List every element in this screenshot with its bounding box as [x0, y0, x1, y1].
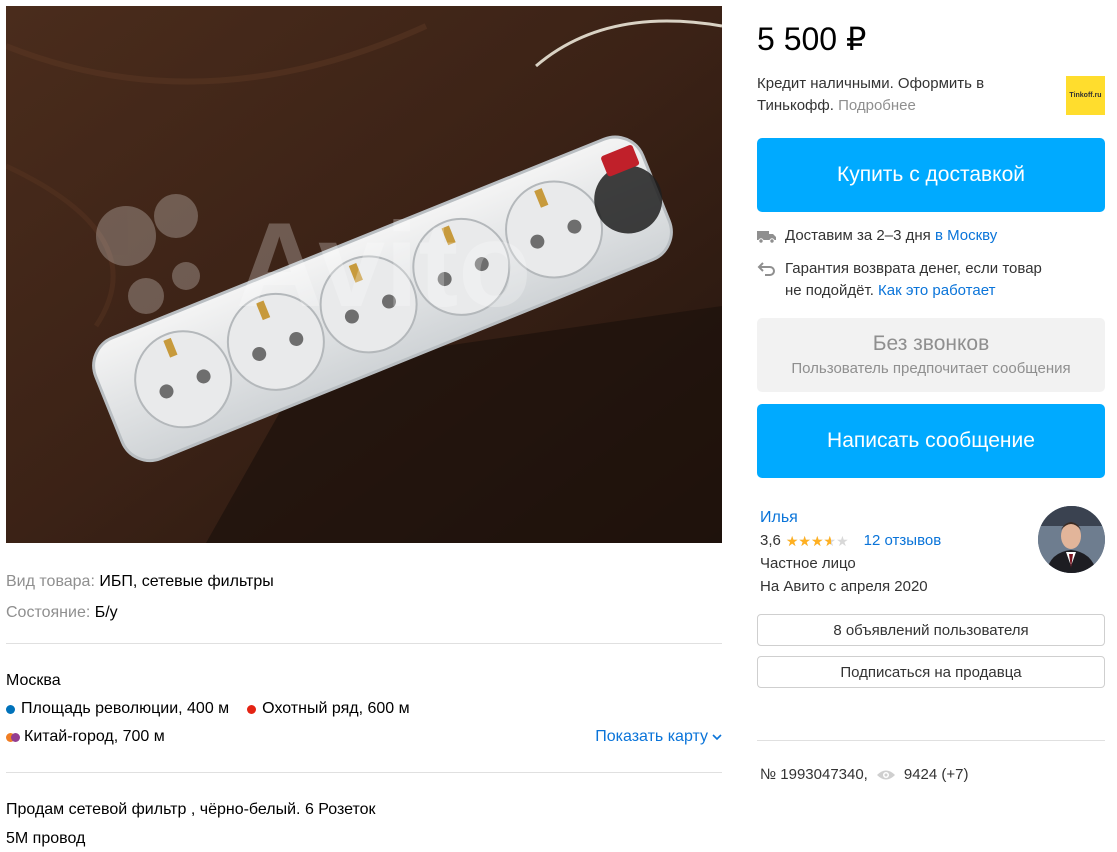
ad-info: № 1993047340, 9424 (+7): [760, 764, 969, 786]
ad-number: № 1993047340,: [760, 766, 868, 783]
rating-value: 3,6: [760, 532, 781, 549]
avatar-image: [1038, 506, 1105, 573]
truck-icon: [757, 231, 776, 244]
product-photo[interactable]: Avito: [6, 6, 722, 543]
user-ads-button[interactable]: 8 объявлений пользователя: [757, 614, 1105, 646]
metro-station-name: Площадь революции, 400 м: [21, 700, 230, 717]
metro-line-icon: [6, 704, 15, 714]
return-arrow-icon: [757, 262, 775, 276]
power-strip-image: Avito: [6, 6, 722, 543]
city: Москва: [6, 672, 61, 689]
param-condition: Состояние: Б/у: [6, 597, 722, 628]
star-icon: ★★: [836, 532, 849, 549]
param-label: Состояние:: [6, 604, 91, 621]
subscribe-seller-button[interactable]: Подписаться на продавца: [757, 656, 1105, 688]
no-calls-block: Без звонков Пользователь предпочитает со…: [757, 318, 1105, 392]
divider: [757, 740, 1105, 741]
seller-rating: 3,6 ★★★★★★★★★★ 12 отзывов: [760, 529, 941, 552]
seller-name-link[interactable]: Илья: [760, 506, 941, 529]
metro-station: Китай-город, 700 м: [6, 723, 165, 751]
credit-more-link[interactable]: Подробнее: [838, 97, 916, 114]
rating-stars: ★★★★★★★★★★: [786, 534, 849, 548]
param-item-type: Вид товара: ИБП, сетевые фильтры: [6, 566, 722, 597]
metro-station-name: Охотный ряд, 600 м: [262, 700, 410, 717]
param-value: ИБП, сетевые фильтры: [99, 573, 274, 590]
description-line: Продам сетевой фильтр , чёрно-белый. 6 Р…: [6, 801, 376, 818]
star-icon: ★★: [810, 532, 824, 549]
metro-line-icon: [247, 704, 257, 714]
delivery-info: Доставим за 2–3 дня в Москву: [757, 225, 997, 247]
seller-since: На Авито с апреля 2020: [760, 578, 928, 595]
buy-with-delivery-button[interactable]: Купить с доставкой: [757, 138, 1105, 212]
tinkoff-logo: Tinkoff.ru: [1066, 76, 1105, 115]
metro-line-icon: [6, 732, 20, 742]
seller-avatar[interactable]: [1038, 506, 1105, 573]
param-label: Вид товара:: [6, 573, 95, 590]
location-block: Москва Площадь революции, 400 м Охотный …: [6, 667, 722, 751]
star-icon: ★★: [785, 532, 799, 549]
eye-icon: [876, 770, 895, 780]
guarantee-info: Гарантия возврата денег, если товар не п…: [757, 258, 1057, 302]
metro-station-name: Китай-город, 700 м: [24, 728, 165, 745]
views-count: 9424 (+7): [903, 766, 969, 783]
seller-type: Частное лицо: [760, 555, 856, 572]
credit-offer[interactable]: Кредит наличными. Оформить в Тинькофф. П…: [757, 73, 1047, 117]
how-it-works-link[interactable]: Как это работает: [878, 282, 995, 299]
write-message-button[interactable]: Написать сообщение: [757, 404, 1105, 478]
item-params: Вид товара: ИБП, сетевые фильтры Состоян…: [6, 566, 722, 628]
delivery-city-link[interactable]: в Москву: [935, 227, 997, 244]
metro-line: Площадь революции, 400 м Охотный ряд, 60…: [6, 695, 722, 723]
show-map-label: Показать карту: [595, 728, 708, 745]
metro-station: Охотный ряд, 600 м: [247, 695, 410, 723]
divider: [6, 643, 722, 644]
metro-station: Площадь революции, 400 м: [6, 695, 229, 723]
chevron-down-icon: [712, 733, 722, 740]
description: Продам сетевой фильтр , чёрно-белый. 6 Р…: [6, 795, 722, 852]
delivery-text: Доставим за 2–3 дня: [785, 227, 931, 244]
description-line: 5М провод: [6, 830, 86, 847]
seller-info: Илья 3,6 ★★★★★★★★★★ 12 отзывов Частное л…: [760, 506, 941, 598]
no-calls-title: Без звонков: [872, 332, 990, 355]
star-icon: ★★: [798, 532, 811, 549]
no-calls-subtitle: Пользователь предпочитает сообщения: [791, 360, 1071, 377]
show-map-link[interactable]: Показать карту: [595, 723, 722, 751]
param-value: Б/у: [94, 604, 118, 621]
star-icon: ★★: [823, 532, 837, 549]
reviews-link[interactable]: 12 отзывов: [864, 529, 942, 552]
divider: [6, 772, 722, 773]
price: 5 500 ₽: [757, 21, 867, 57]
svg-text:Avito: Avito: [236, 198, 532, 332]
